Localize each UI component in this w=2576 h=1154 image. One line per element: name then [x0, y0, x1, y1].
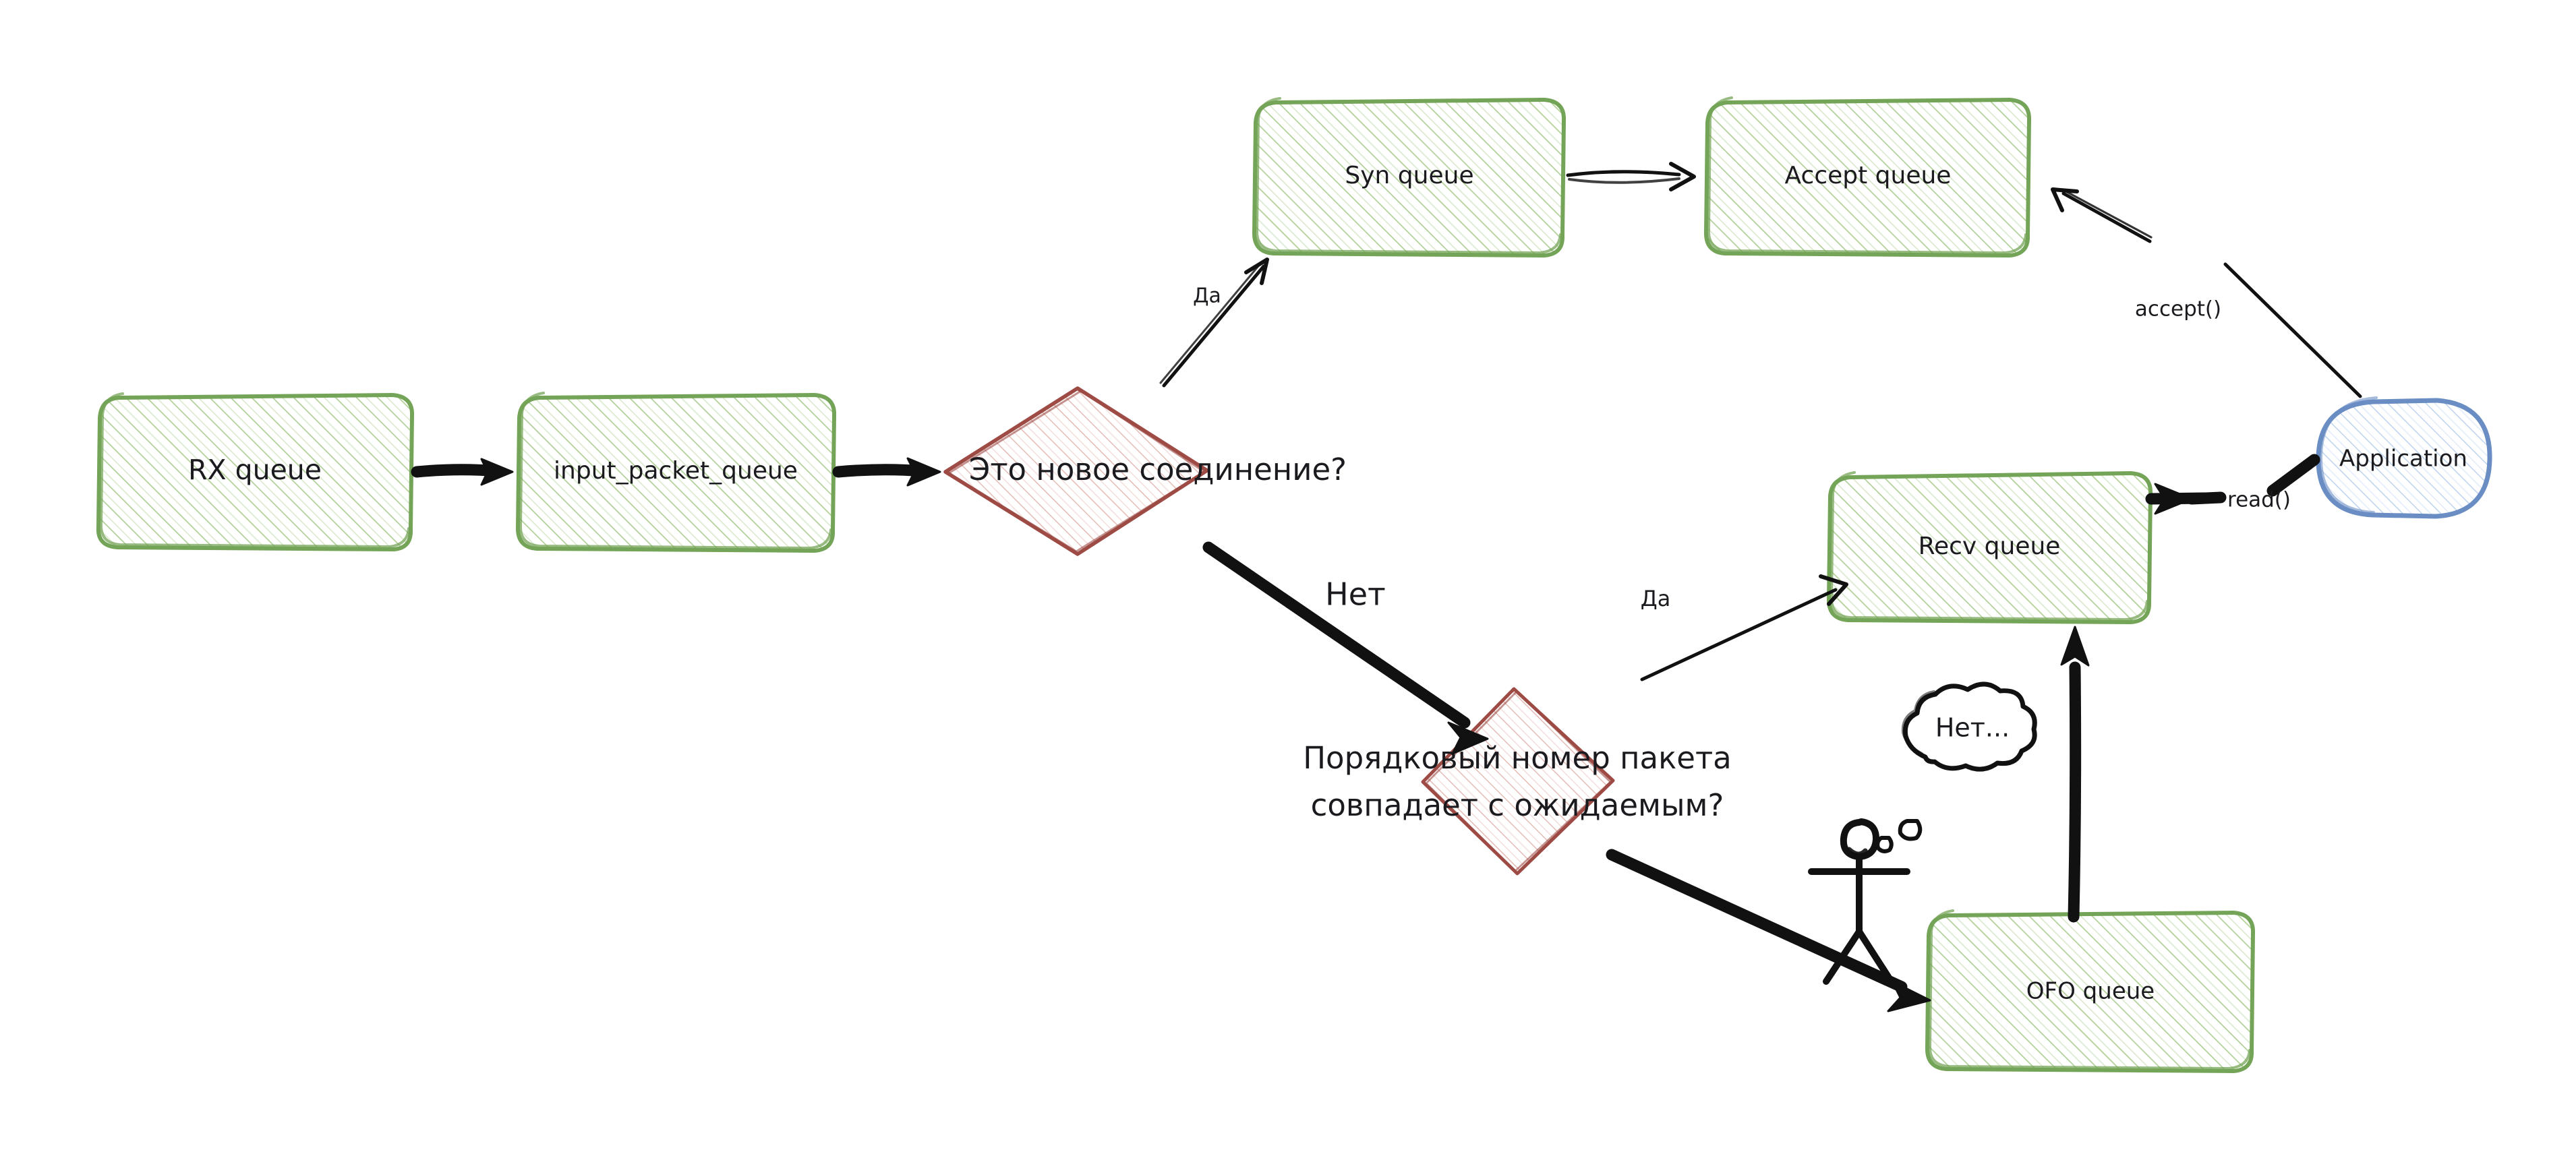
edge-input-to-decision — [832, 457, 941, 487]
edge-syn-to-accept — [1566, 162, 1696, 191]
edge-application-to-accept-line-upper-2 — [2061, 188, 2153, 239]
edge-ofo-to-recv-line — [2068, 661, 2082, 923]
node-ofo-queue[interactable]: OFO queue — [1925, 909, 2256, 1073]
edge-rx-to-input-line — [411, 464, 504, 478]
edge-ofo-to-recv-arrowhead — [2060, 626, 2090, 667]
edge-syn-to-accept-line — [1566, 170, 1681, 177]
edge-decision-to-sequence-line — [1202, 541, 1471, 729]
decision-sequence-label-line2: совпадает с ожидаемым? — [1311, 787, 1724, 823]
edge-application-to-recv: read() — [2145, 454, 2320, 515]
accept-queue-label: Accept queue — [1785, 162, 1952, 189]
node-accept-queue[interactable]: Accept queue — [1704, 96, 2032, 257]
decision-new-connection-label: Это новое соединение? — [969, 452, 1347, 487]
syn-queue-label: Syn queue — [1345, 162, 1473, 189]
decision-sequence-label-line1: Порядковый номер пакета — [1303, 740, 1732, 776]
ofo-queue-label: OFO queue — [2026, 978, 2155, 1005]
edge-label-read-call: read() — [2227, 488, 2291, 512]
flowchart-svg: RX queue input_packet_queue Syn queue Ac… — [96, 96, 2492, 1073]
rx-queue-label: RX queue — [188, 454, 322, 486]
edge-sequence-to-ofo — [1606, 849, 1931, 1012]
thought-bubble: Нет... — [1875, 681, 2037, 853]
node-rx-queue[interactable]: RX queue — [96, 392, 415, 551]
edge-decision-to-syn-line-2 — [1159, 262, 1262, 384]
diagram-canvas: RX queue input_packet_queue Syn queue Ac… — [0, 0, 2576, 1154]
edge-decision-to-sequence: Нет — [1202, 541, 1489, 755]
node-syn-queue[interactable]: Syn queue — [1252, 97, 1567, 257]
edge-label-accept-call: accept() — [2135, 297, 2221, 322]
node-decision-new-connection[interactable]: Это новое соединение? — [943, 386, 1347, 556]
node-recv-queue[interactable]: Recv queue — [1827, 471, 2153, 624]
edge-application-to-recv-line-right — [2266, 454, 2320, 497]
edge-ofo-to-recv — [2060, 626, 2090, 923]
recv-queue-label: Recv queue — [1919, 533, 2061, 560]
edge-application-to-accept: accept() — [2051, 187, 2362, 398]
edge-application-to-accept-line-upper — [2061, 191, 2152, 243]
edge-input-to-decision-line — [832, 464, 929, 478]
edge-syn-to-accept-line-2 — [1568, 177, 1680, 184]
edge-label-yes-to-syn: Да — [1193, 284, 1221, 308]
edge-decision-to-syn-arrowhead — [1244, 257, 1269, 285]
edge-decision-to-syn: Да — [1159, 257, 1269, 388]
edge-label-no-to-sequence: Нет — [1325, 576, 1386, 613]
thought-bubble-dot-medium — [1898, 819, 1923, 841]
node-decision-sequence[interactable]: Порядковый номер пакета совпадает с ожид… — [1303, 687, 1732, 876]
application-label: Application — [2339, 446, 2467, 473]
thought-bubble-text: Нет... — [1935, 713, 2010, 743]
edge-sequence-to-recv: Да — [1640, 574, 1848, 681]
edge-sequence-to-recv-line — [1640, 588, 1838, 681]
edge-syn-to-accept-arrowhead — [1669, 162, 1696, 191]
stick-figure-face — [1846, 847, 1868, 857]
edge-sequence-to-ofo-arrowhead — [1887, 980, 1931, 1012]
edge-label-yes-to-recv: Да — [1641, 586, 1671, 611]
thought-bubble-dot-small — [1875, 836, 1894, 853]
node-application[interactable]: Application — [2316, 396, 2492, 519]
edge-application-to-accept-line-lower — [2223, 262, 2362, 398]
